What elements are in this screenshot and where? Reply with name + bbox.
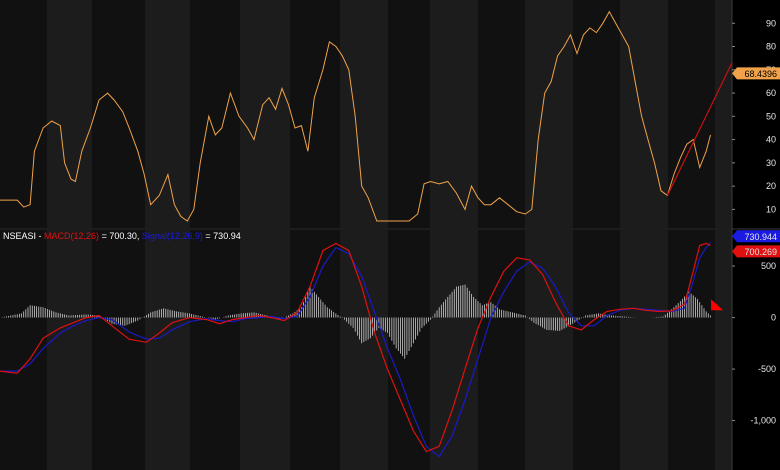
bottom-band bbox=[290, 230, 340, 470]
bottom-band bbox=[47, 230, 92, 470]
top-tick-label: 40 bbox=[766, 135, 776, 145]
top-band bbox=[240, 0, 290, 228]
bottom-tick-label: 0 bbox=[771, 313, 776, 323]
top-tick-label: 60 bbox=[766, 88, 776, 98]
top-tick-label: 90 bbox=[766, 18, 776, 28]
bottom-band bbox=[145, 230, 190, 470]
top-band bbox=[525, 0, 573, 228]
top-band bbox=[92, 0, 145, 228]
legend-macd-label: MACD(12,26) bbox=[44, 231, 100, 241]
top-band bbox=[47, 0, 92, 228]
top-band bbox=[290, 0, 340, 228]
top-tick-label: 20 bbox=[766, 181, 776, 191]
top-band bbox=[430, 0, 478, 228]
legend-symbol: NSEASI bbox=[3, 231, 37, 241]
bottom-tick-label: 500 bbox=[761, 261, 776, 271]
top-band bbox=[478, 0, 525, 228]
bottom-tick-label: -1,000 bbox=[750, 416, 776, 426]
top-band bbox=[0, 0, 47, 228]
bottom-band bbox=[620, 230, 668, 470]
legend-signal-label: Signal(12,26,9) bbox=[141, 231, 203, 241]
bottom-tick-label: -500 bbox=[758, 364, 776, 374]
top-band bbox=[573, 0, 620, 228]
legend-macd-value: = 700.30, bbox=[101, 231, 142, 241]
chart-stage: 1020304050607080905000-500-1,00068.43967… bbox=[0, 0, 780, 470]
macd-tag-label: 700.269 bbox=[744, 247, 777, 257]
signal-tag-label: 730.944 bbox=[744, 232, 777, 242]
top-tick-label: 80 bbox=[766, 42, 776, 52]
top-band bbox=[340, 0, 388, 228]
top-band bbox=[715, 0, 732, 228]
macd-legend: NSEASI - MACD(12,26) = 700.30, Signal(12… bbox=[3, 231, 241, 241]
bottom-band bbox=[668, 230, 715, 470]
top-tick-label: 10 bbox=[766, 204, 776, 214]
bottom-band bbox=[240, 230, 290, 470]
top-band bbox=[388, 0, 430, 228]
legend-signal-value: = 730.94 bbox=[205, 231, 241, 241]
top-band bbox=[668, 0, 715, 228]
bottom-band bbox=[478, 230, 525, 470]
bottom-band bbox=[715, 230, 732, 470]
bottom-band bbox=[92, 230, 145, 470]
top-band bbox=[145, 0, 190, 228]
top-band bbox=[620, 0, 668, 228]
bottom-band bbox=[0, 230, 47, 470]
bottom-band bbox=[573, 230, 620, 470]
rsi-tag-label: 68.4396 bbox=[744, 69, 777, 79]
top-tick-label: 30 bbox=[766, 158, 776, 168]
bottom-band bbox=[190, 230, 240, 470]
top-tick-label: 50 bbox=[766, 111, 776, 121]
bottom-band bbox=[525, 230, 573, 470]
top-band bbox=[190, 0, 240, 228]
